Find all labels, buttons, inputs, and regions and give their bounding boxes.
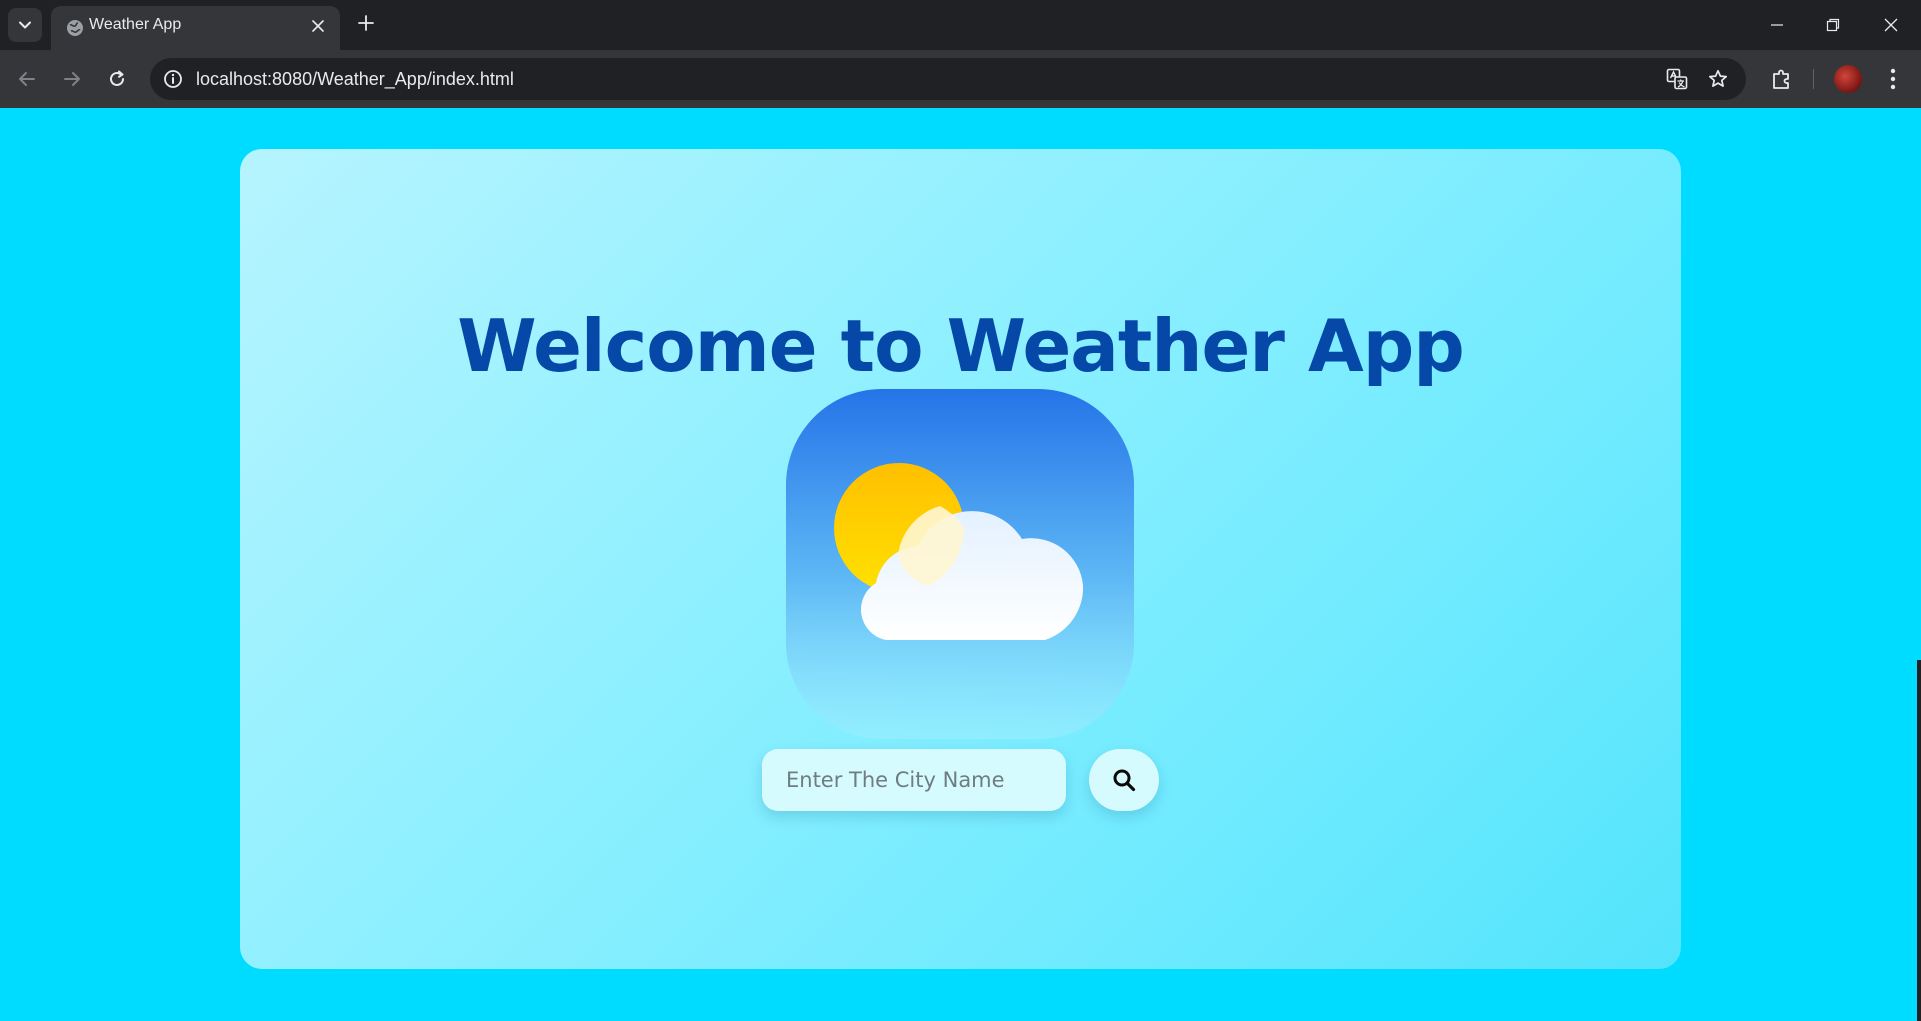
plus-icon bbox=[358, 15, 374, 31]
browser-toolbar: localhost:8080/Weather_App/index.html bbox=[0, 50, 1921, 108]
sun-cloud-icon bbox=[786, 389, 1134, 739]
weather-card: Welcome to Weather App bbox=[240, 149, 1681, 969]
arrow-left-icon bbox=[19, 72, 35, 86]
bookmark-button[interactable] bbox=[1705, 66, 1731, 92]
window-edge bbox=[1917, 660, 1921, 1021]
tab-close-button[interactable] bbox=[308, 16, 328, 36]
new-tab-button[interactable] bbox=[353, 10, 379, 36]
site-info-button[interactable] bbox=[160, 66, 186, 92]
kebab-menu-icon bbox=[1890, 68, 1896, 90]
minimize-icon bbox=[1771, 24, 1783, 26]
arrow-right-icon bbox=[64, 72, 80, 86]
toolbar-separator bbox=[1813, 69, 1814, 89]
close-icon bbox=[312, 20, 324, 32]
page-title: Welcome to Weather App bbox=[457, 304, 1465, 388]
search-button[interactable] bbox=[1089, 749, 1159, 811]
tab-search-button[interactable] bbox=[8, 8, 42, 42]
back-button[interactable] bbox=[11, 63, 43, 95]
reload-icon bbox=[110, 70, 124, 86]
translate-button[interactable] bbox=[1664, 66, 1690, 92]
page-viewport: Welcome to Weather App bbox=[0, 108, 1921, 1021]
forward-button[interactable] bbox=[56, 63, 88, 95]
chevron-down-icon bbox=[19, 21, 31, 29]
address-bar[interactable]: localhost:8080/Weather_App/index.html bbox=[150, 58, 1746, 100]
info-icon bbox=[164, 70, 182, 88]
profile-avatar[interactable] bbox=[1834, 65, 1862, 93]
translate-icon bbox=[1666, 68, 1688, 90]
city-search-input[interactable] bbox=[762, 749, 1066, 811]
tab-strip: Weather App bbox=[0, 0, 1921, 50]
puzzle-icon bbox=[1773, 69, 1789, 89]
search-icon bbox=[1113, 769, 1136, 792]
browser-tab-active[interactable]: Weather App bbox=[51, 6, 340, 50]
browser-menu-button[interactable] bbox=[1877, 63, 1909, 95]
extensions-button[interactable] bbox=[1766, 63, 1798, 95]
close-icon bbox=[1884, 18, 1898, 32]
restore-button[interactable] bbox=[1805, 0, 1861, 50]
url-text[interactable]: localhost:8080/Weather_App/index.html bbox=[196, 58, 514, 100]
close-window-button[interactable] bbox=[1863, 0, 1919, 50]
restore-icon bbox=[1826, 18, 1840, 32]
star-icon bbox=[1708, 69, 1728, 87]
globe-icon bbox=[67, 20, 83, 36]
reload-button[interactable] bbox=[101, 63, 133, 95]
minimize-button[interactable] bbox=[1749, 0, 1805, 50]
tab-title: Weather App bbox=[89, 16, 182, 33]
